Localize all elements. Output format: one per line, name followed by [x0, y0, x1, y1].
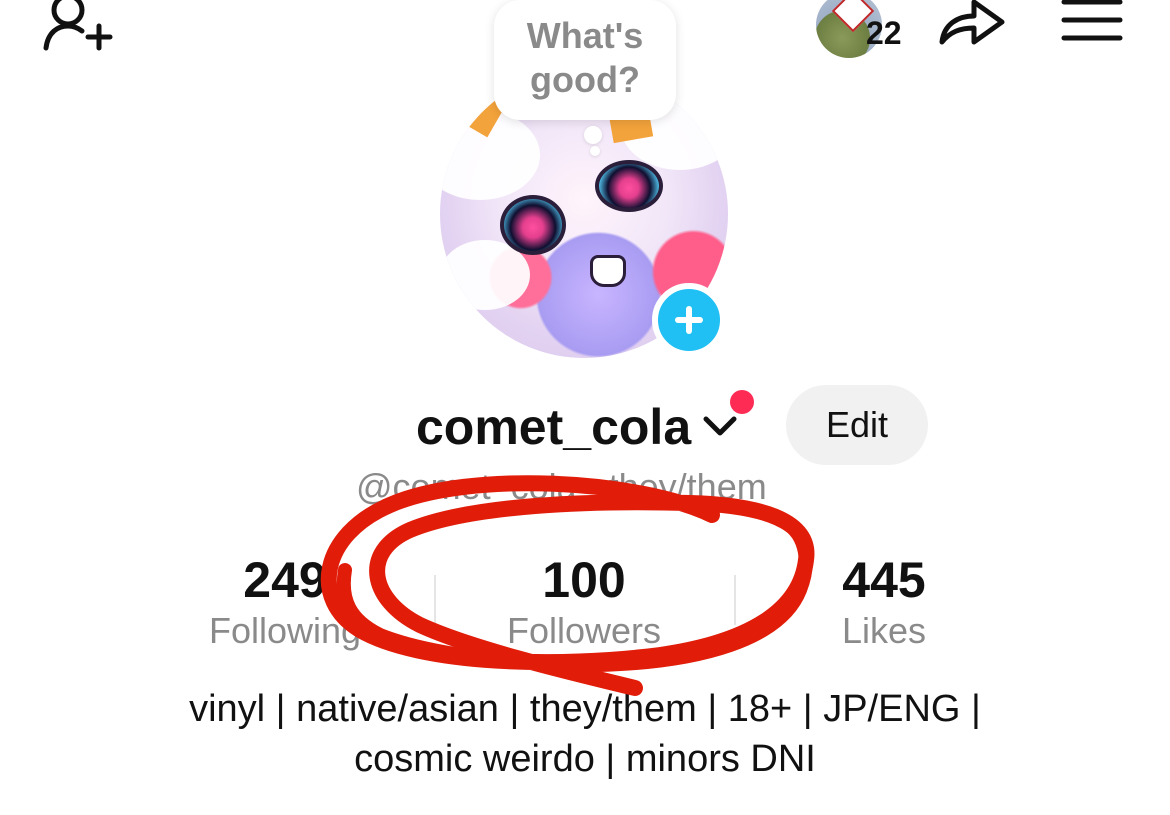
- stat-following[interactable]: 249 Following: [175, 552, 395, 654]
- status-bubble[interactable]: What's good?: [494, 0, 676, 120]
- following-label: Following: [208, 610, 362, 651]
- story-count: 22: [866, 15, 902, 51]
- bio: vinyl | native/asian | they/them | 18+ |…: [100, 684, 1070, 784]
- bio-line: cosmic weirdo | minors DNI: [354, 738, 816, 780]
- status-text: What's good?: [526, 15, 644, 100]
- bubble-tail: [590, 146, 600, 156]
- followers-count: 100: [542, 552, 626, 608]
- stat-divider: [434, 575, 436, 625]
- hamburger-menu-icon[interactable]: [1060, 0, 1124, 44]
- following-count: 249: [243, 552, 327, 608]
- notification-dot: [730, 390, 754, 414]
- handle-pronouns: @comet_cola · they/them: [356, 466, 767, 507]
- mouth-decoration: [590, 255, 626, 287]
- profile-page: 22 What's good? comet_cola Edit @comet_c…: [0, 0, 1170, 815]
- edit-profile-button[interactable]: Edit: [786, 385, 928, 465]
- person-plus-icon[interactable]: [40, 0, 120, 60]
- stat-divider: [734, 575, 736, 625]
- followers-label: Followers: [506, 610, 662, 651]
- eye-decoration: [500, 195, 566, 255]
- likes-count: 445: [842, 552, 926, 608]
- chevron-down-icon[interactable]: [702, 413, 738, 439]
- stat-likes[interactable]: 445 Likes: [774, 552, 994, 654]
- eye-decoration: [595, 160, 663, 212]
- bubble-tail: [584, 126, 602, 144]
- username[interactable]: comet_cola: [416, 398, 691, 456]
- likes-label: Likes: [841, 610, 927, 651]
- share-arrow-icon[interactable]: [934, 0, 1008, 52]
- add-story-button[interactable]: [652, 283, 726, 357]
- stat-followers[interactable]: 100 Followers: [474, 552, 694, 654]
- bio-line: vinyl | native/asian | they/them | 18+ |…: [189, 688, 981, 730]
